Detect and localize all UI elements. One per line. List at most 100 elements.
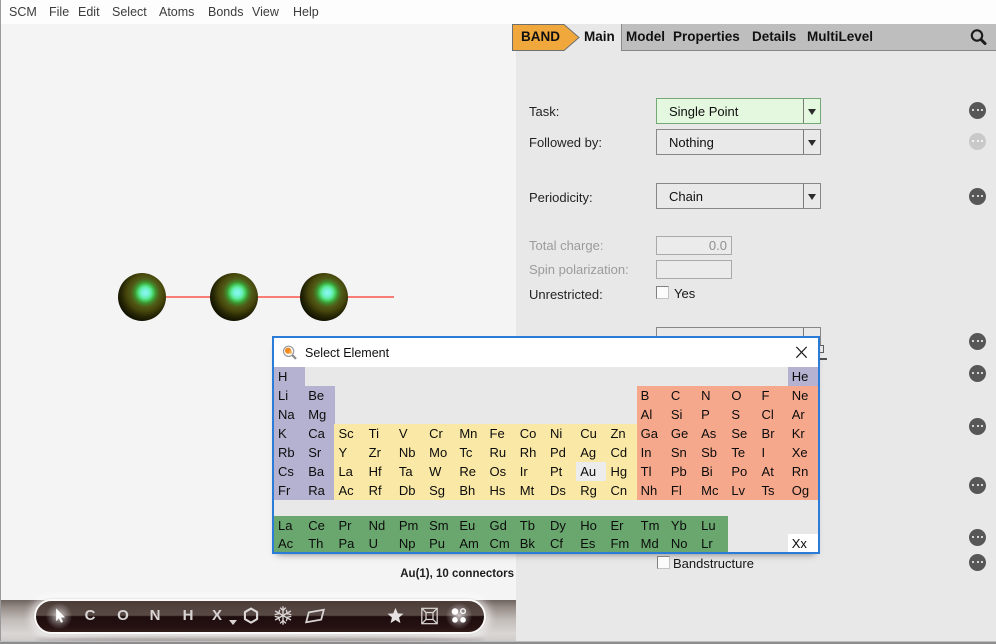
more-options-button[interactable]	[969, 333, 986, 350]
element-es[interactable]: Es	[576, 534, 607, 552]
more-options-button[interactable]	[969, 188, 986, 205]
element-w[interactable]: W	[425, 462, 456, 481]
element-ne[interactable]: Ne	[788, 386, 818, 405]
element-lu[interactable]: Lu	[697, 516, 728, 534]
element-sm[interactable]: Sm	[425, 516, 456, 534]
element-o[interactable]: O	[727, 386, 758, 405]
element-th[interactable]: Th	[304, 534, 335, 552]
element-i[interactable]: I	[758, 443, 789, 462]
element-er[interactable]: Er	[606, 516, 637, 534]
element-am[interactable]: Am	[455, 534, 486, 552]
element-zr[interactable]: Zr	[365, 443, 396, 462]
element-k[interactable]: K	[274, 424, 305, 443]
menu-bonds[interactable]: Bonds	[208, 5, 243, 19]
element-bh[interactable]: Bh	[455, 481, 486, 500]
element-rb[interactable]: Rb	[274, 443, 305, 462]
unrestricted-checkbox[interactable]	[656, 286, 669, 299]
element-hg[interactable]: Hg	[606, 462, 637, 481]
element-br[interactable]: Br	[758, 424, 789, 443]
element-sc[interactable]: Sc	[334, 424, 365, 443]
element-mn[interactable]: Mn	[455, 424, 486, 443]
element-y[interactable]: Y	[334, 443, 365, 462]
element-x-tool[interactable]: X	[203, 601, 231, 631]
element-te[interactable]: Te	[727, 443, 758, 462]
element-p[interactable]: P	[697, 405, 728, 424]
tab-properties[interactable]: Properties	[673, 29, 740, 44]
menu-view[interactable]: View	[252, 5, 279, 19]
element-se[interactable]: Se	[727, 424, 758, 443]
element-la[interactable]: La	[334, 462, 365, 481]
element-pb[interactable]: Pb	[667, 462, 698, 481]
element-ru[interactable]: Ru	[486, 443, 517, 462]
element-gd[interactable]: Gd	[486, 516, 517, 534]
element-fe[interactable]: Fe	[486, 424, 517, 443]
element-pt[interactable]: Pt	[546, 462, 577, 481]
element-at[interactable]: At	[758, 462, 789, 481]
cell-tool[interactable]	[415, 601, 443, 631]
element-lv[interactable]: Lv	[727, 481, 758, 500]
molecules-tool[interactable]	[445, 601, 473, 631]
atom-au[interactable]	[300, 273, 348, 321]
element-co[interactable]: Co	[516, 424, 547, 443]
more-options-button[interactable]	[969, 365, 986, 382]
element-f[interactable]: F	[758, 386, 789, 405]
element-mt[interactable]: Mt	[516, 481, 547, 500]
element-og[interactable]: Og	[788, 481, 818, 500]
element-ag[interactable]: Ag	[576, 443, 607, 462]
element-fm[interactable]: Fm	[606, 534, 637, 552]
oxygen-tool[interactable]: O	[109, 601, 137, 631]
element-sb[interactable]: Sb	[697, 443, 728, 462]
star-tool[interactable]	[381, 601, 409, 631]
element-hf[interactable]: Hf	[365, 462, 396, 481]
element-cf[interactable]: Cf	[546, 534, 577, 552]
element-in[interactable]: In	[637, 443, 668, 462]
carbon-tool[interactable]: C	[76, 601, 104, 631]
element-rf[interactable]: Rf	[365, 481, 396, 500]
element-hs[interactable]: Hs	[486, 481, 517, 500]
element-rg[interactable]: Rg	[576, 481, 607, 500]
element-mo[interactable]: Mo	[425, 443, 456, 462]
element-au[interactable]: Au	[576, 462, 607, 481]
element-b[interactable]: B	[637, 386, 668, 405]
atom-au[interactable]	[210, 273, 258, 321]
element-fl[interactable]: Fl	[667, 481, 698, 500]
element-pd[interactable]: Pd	[546, 443, 577, 462]
element-tl[interactable]: Tl	[637, 462, 668, 481]
element-ts[interactable]: Ts	[758, 481, 789, 500]
dialog-titlebar[interactable]: Select Element	[274, 338, 818, 367]
element-li[interactable]: Li	[274, 386, 305, 405]
element-ds[interactable]: Ds	[546, 481, 577, 500]
more-options-button[interactable]	[969, 529, 986, 546]
menu-select[interactable]: Select	[112, 5, 147, 19]
menu-edit[interactable]: Edit	[78, 5, 100, 19]
followed-by-dropdown[interactable]: Nothing	[656, 129, 821, 155]
element-mg[interactable]: Mg	[304, 405, 335, 424]
element-ir[interactable]: Ir	[516, 462, 547, 481]
element-fr[interactable]: Fr	[274, 481, 305, 500]
element-bi[interactable]: Bi	[697, 462, 728, 481]
element-nh[interactable]: Nh	[637, 481, 668, 500]
element-zn[interactable]: Zn	[606, 424, 637, 443]
spin-polarization-input[interactable]	[656, 260, 732, 279]
element-ba[interactable]: Ba	[304, 462, 335, 481]
element-al[interactable]: Al	[637, 405, 668, 424]
element-ni[interactable]: Ni	[546, 424, 577, 443]
element-u[interactable]: U	[365, 534, 396, 552]
element-he[interactable]: He	[788, 367, 818, 386]
element-cd[interactable]: Cd	[606, 443, 637, 462]
element-h[interactable]: H	[274, 367, 305, 386]
element-si[interactable]: Si	[667, 405, 698, 424]
ring-tool[interactable]	[237, 601, 265, 631]
tab-details[interactable]: Details	[752, 29, 796, 44]
element-pa[interactable]: Pa	[334, 534, 365, 552]
element-ti[interactable]: Ti	[365, 424, 396, 443]
element-ac[interactable]: Ac	[274, 534, 305, 552]
more-options-button[interactable]	[969, 554, 986, 571]
element-cu[interactable]: Cu	[576, 424, 607, 443]
element-sg[interactable]: Sg	[425, 481, 456, 500]
element-cl[interactable]: Cl	[758, 405, 789, 424]
element-dy[interactable]: Dy	[546, 516, 577, 534]
total-charge-input[interactable]: 0.0	[656, 236, 732, 255]
element-cn[interactable]: Cn	[606, 481, 637, 500]
element-xe[interactable]: Xe	[788, 443, 818, 462]
